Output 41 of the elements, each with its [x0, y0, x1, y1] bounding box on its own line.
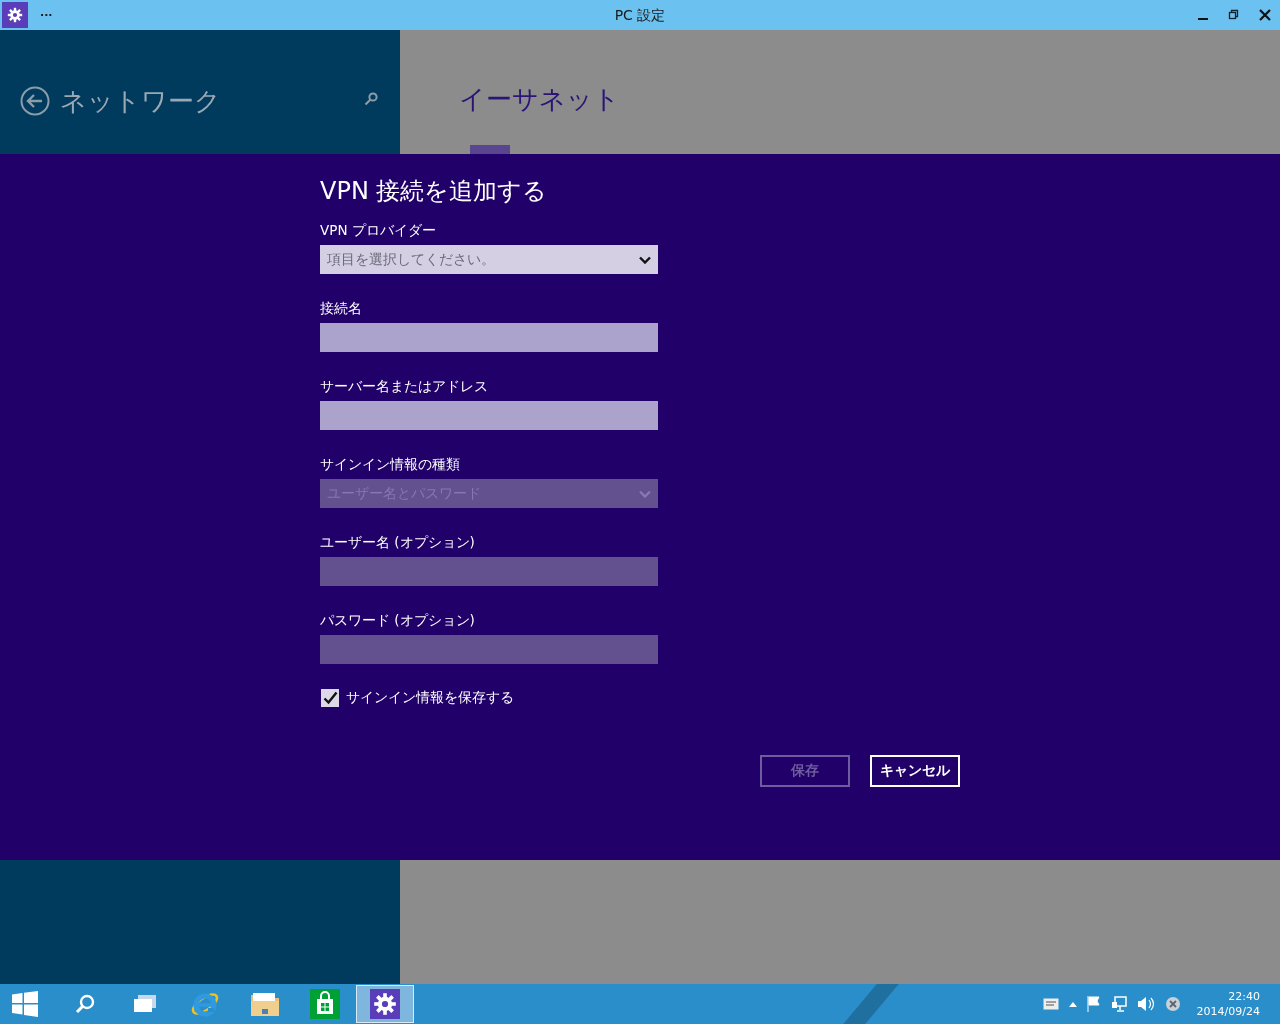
input-field[interactable] [320, 323, 658, 352]
field-label: VPN プロバイダー [320, 221, 437, 239]
chevron-icon [639, 489, 651, 498]
chevron-icon [639, 255, 651, 264]
network-tile[interactable] [470, 145, 510, 155]
field-label: パスワード (オプション) [320, 611, 476, 629]
checkbox[interactable] [321, 689, 339, 707]
windows-icon [133, 994, 157, 1014]
clock-date[interactable]: 2014/09/24 [1196, 1004, 1260, 1019]
field-label: 接続名 [320, 299, 363, 317]
close-icon [1258, 9, 1271, 21]
folder-icon [250, 991, 280, 1017]
back-button[interactable] [20, 86, 50, 116]
field-label: サーバー名またはアドレス [320, 377, 489, 395]
gear-icon [370, 989, 400, 1019]
window-title: PC 設定 [614, 7, 666, 23]
app-icon[interactable] [2, 2, 28, 28]
speaker-icon[interactable] [1136, 996, 1155, 1012]
start-icon [12, 991, 38, 1017]
input-field[interactable] [320, 401, 658, 430]
search-icon [74, 993, 96, 1015]
search-icon[interactable] [364, 92, 378, 106]
checkbox-label[interactable]: サインイン情報を保存する [346, 689, 514, 707]
taskbar-button[interactable] [356, 985, 414, 1023]
clock-time[interactable]: 22:40 [1228, 989, 1260, 1004]
network-icon[interactable] [1110, 996, 1127, 1012]
message-icon[interactable] [1042, 998, 1059, 1010]
restore-icon [1227, 9, 1240, 21]
flag-icon[interactable] [1086, 996, 1101, 1012]
minimize-icon [1197, 18, 1208, 20]
up-arrow-icon[interactable] [1068, 1001, 1077, 1007]
dialog-title: VPN 接続を追加する [320, 176, 549, 206]
page-title: ネットワーク [60, 86, 221, 116]
dialog-button[interactable]: キャンセル [870, 755, 960, 787]
section-title: イーサネット [459, 83, 620, 116]
dropdown[interactable]: 項目を選択してください。 [320, 245, 658, 274]
field-label: サインイン情報の種類 [320, 455, 461, 473]
menu-button[interactable]: ··· [40, 9, 53, 21]
shopping-bag-icon [310, 989, 340, 1019]
field-label: ユーザー名 (オプション) [320, 533, 476, 551]
error-icon[interactable] [1164, 996, 1181, 1012]
